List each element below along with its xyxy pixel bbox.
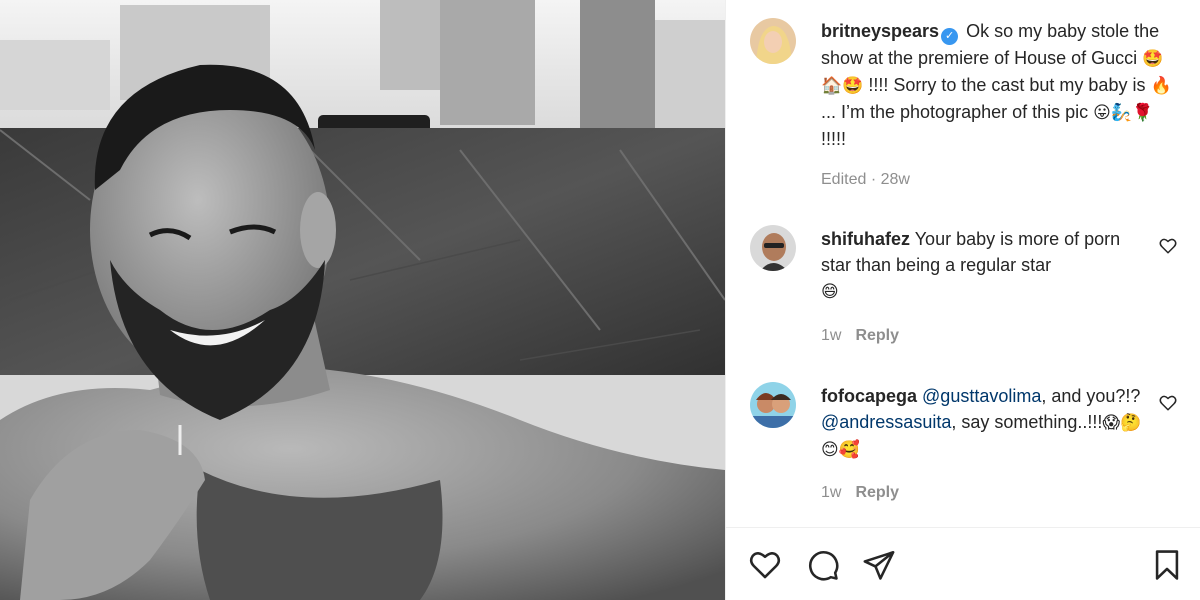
heart-icon[interactable] — [748, 548, 782, 582]
comment-text: shifuhafez Your baby is more of porn sta… — [821, 226, 1147, 305]
like-comment-heart-icon[interactable] — [1159, 237, 1177, 255]
comment-body: , and you?!? — [1041, 386, 1141, 406]
like-comment-heart-icon[interactable] — [1159, 394, 1177, 412]
comment-body: , say something..!!! — [951, 412, 1103, 432]
mention-link[interactable]: @andressasuita — [821, 412, 951, 432]
verified-badge-icon: ✓ — [941, 28, 959, 45]
caption-part: ... I’m the photographer of this pic — [821, 102, 1094, 122]
post-sidebar: britneyspears ✓ Ok so my baby stole the s… — [725, 0, 1200, 600]
commenter-avatar[interactable] — [750, 225, 796, 271]
comment-time: 1w — [821, 327, 842, 344]
mention-link[interactable]: @gusttavolima — [922, 386, 1041, 406]
comment-meta: 1w Reply — [821, 327, 899, 345]
commenter-username[interactable]: fofocapega — [821, 386, 917, 406]
caption-text: britneyspears ✓ Ok so my baby stole the s… — [821, 18, 1177, 152]
reply-button[interactable]: Reply — [855, 484, 899, 501]
commenter-avatar[interactable] — [750, 382, 796, 428]
caption-part: !!!!! — [821, 129, 847, 149]
commenter-username[interactable]: shifuhafez — [821, 229, 910, 249]
post-image — [0, 0, 725, 600]
caption-emoji: 😛🧞🌹 — [1093, 103, 1154, 123]
comment-emoji: 😄 — [821, 282, 839, 302]
bookmark-icon[interactable] — [1150, 548, 1184, 582]
comment-icon[interactable] — [806, 548, 840, 582]
post-photo — [0, 0, 725, 600]
comment-text: fofocapega @gusttavolima, and you?!? @an… — [821, 383, 1147, 463]
caption-part: !!!! Sorry to the cast but my baby is — [863, 75, 1151, 95]
caption-meta: Edited · 28w — [821, 171, 910, 188]
action-bar — [726, 527, 1200, 600]
author-username[interactable]: britneyspears — [821, 21, 939, 41]
comment-meta: 1w Reply — [821, 484, 899, 502]
caption-emoji: 🔥 — [1150, 76, 1172, 96]
share-icon[interactable] — [862, 548, 896, 582]
comment-time: 1w — [821, 484, 842, 501]
reply-button[interactable]: Reply — [855, 327, 899, 344]
author-avatar[interactable] — [750, 18, 796, 64]
comments-list[interactable]: britneyspears ✓ Ok so my baby stole the s… — [726, 0, 1200, 527]
